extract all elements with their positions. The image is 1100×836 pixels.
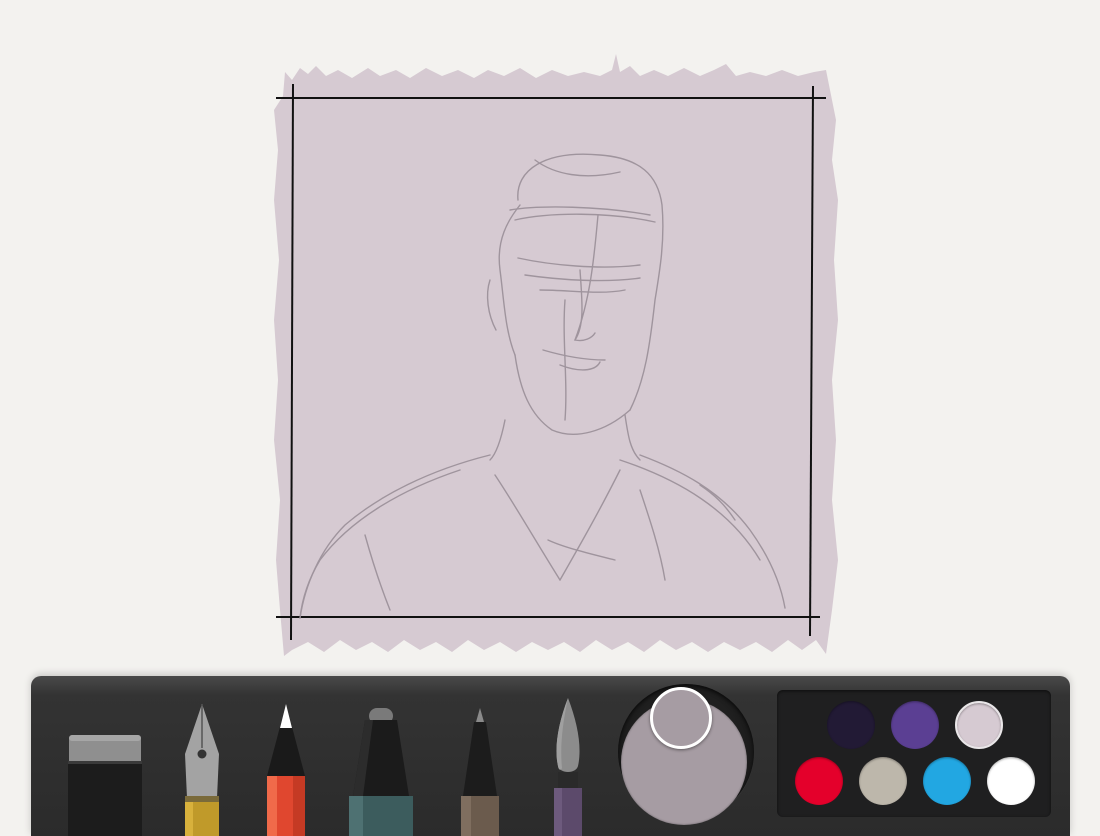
outliner-icon	[461, 708, 499, 836]
pencil-tool[interactable]	[263, 702, 309, 836]
color-swatch[interactable]	[859, 757, 907, 805]
drawing-canvas[interactable]	[0, 0, 1100, 665]
eraser-tool[interactable]	[67, 733, 143, 836]
color-swatch[interactable]	[955, 701, 1003, 749]
marker-tool[interactable]	[347, 706, 415, 836]
sketch-artwork	[274, 54, 838, 656]
outliner-tool[interactable]	[457, 706, 503, 836]
brush-icon	[554, 698, 582, 836]
eraser-icon	[68, 735, 142, 836]
fountain-pen-tool[interactable]	[181, 702, 223, 836]
current-color-indicator[interactable]	[650, 687, 712, 749]
color-swatch[interactable]	[987, 757, 1035, 805]
pencil-icon	[267, 704, 305, 836]
color-swatch[interactable]	[923, 757, 971, 805]
tool-tray	[31, 676, 1070, 836]
color-swatch[interactable]	[795, 757, 843, 805]
color-palette	[777, 690, 1051, 817]
brush-tool[interactable]	[548, 696, 588, 836]
color-swatch[interactable]	[827, 701, 875, 749]
color-swatch[interactable]	[891, 701, 939, 749]
watercolor-wash	[274, 54, 838, 656]
marker-icon	[349, 708, 413, 836]
fountain-pen-icon	[185, 704, 219, 836]
